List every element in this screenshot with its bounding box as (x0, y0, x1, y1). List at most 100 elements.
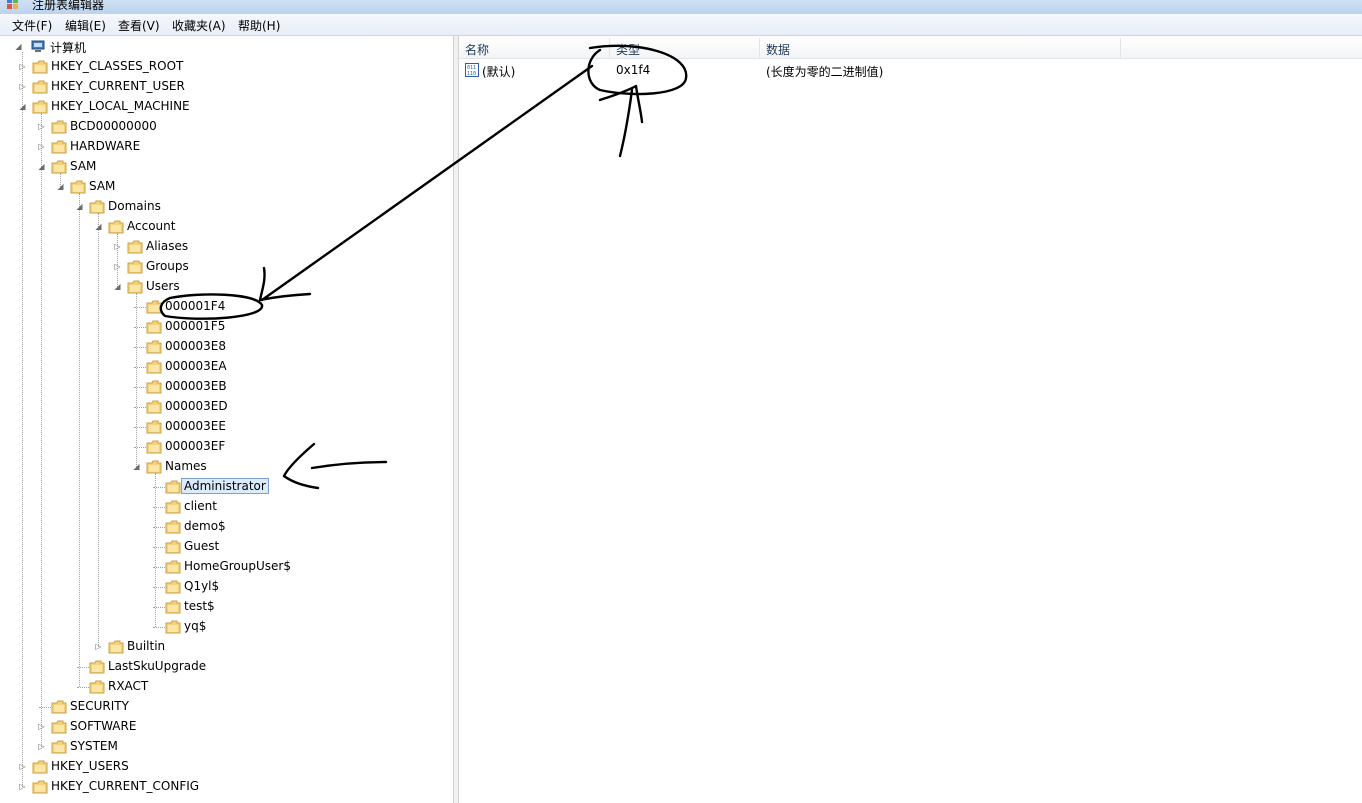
tree-node-hkey-users[interactable]: ▷ HKEY_USERS (0, 757, 440, 777)
tree-node-client[interactable]: client (0, 497, 440, 517)
tree-node-lastskuupgrade[interactable]: LastSkuUpgrade (0, 657, 440, 677)
tree-node-hkey-current-config[interactable]: ▷ HKEY_CURRENT_CONFIG (0, 777, 440, 797)
tree-label-aliases: Aliases (146, 239, 189, 253)
collapse-arrow-icon[interactable]: ◢ (113, 282, 122, 291)
folder-icon (165, 560, 181, 574)
tree-node-hkey-classes-root[interactable]: ▷ HKEY_CLASSES_ROOT (0, 57, 440, 77)
tree-connector (134, 307, 146, 308)
folder-icon (108, 640, 124, 654)
tree-node-builtin[interactable]: ▷ Builtin (0, 637, 440, 657)
expand-arrow-icon[interactable]: ▷ (18, 62, 27, 71)
tree-node-000003ed[interactable]: 000003ED (0, 397, 440, 417)
collapse-arrow-icon[interactable]: ◢ (132, 462, 141, 471)
tree-label-security: SECURITY (70, 699, 129, 713)
folder-icon (165, 580, 181, 594)
tree-node-rxact[interactable]: RXACT (0, 677, 440, 697)
column-header-data[interactable]: 数据 (760, 38, 1121, 58)
menu-view[interactable]: 查看(V) (118, 17, 160, 34)
tree-label-hkey-local-machine: HKEY_LOCAL_MACHINE (51, 99, 190, 113)
collapse-arrow-icon[interactable]: ◢ (94, 222, 103, 231)
tree-node-domains[interactable]: ◢ Domains (0, 197, 440, 217)
expand-arrow-icon[interactable]: ▷ (37, 142, 46, 151)
folder-icon (127, 240, 143, 254)
tree-node-security[interactable]: SECURITY (0, 697, 440, 717)
tree-node-000003ef[interactable]: 000003EF (0, 437, 440, 457)
expand-arrow-icon[interactable]: ▷ (94, 642, 103, 651)
collapse-arrow-icon[interactable]: ◢ (56, 182, 65, 191)
column-header-name[interactable]: 名称 (459, 38, 610, 58)
tree-label-lastskuupgrade: LastSkuUpgrade (108, 659, 207, 673)
value-data: (长度为零的二进制值) (766, 65, 884, 79)
expand-arrow-icon[interactable]: ▷ (37, 742, 46, 751)
menu-help[interactable]: 帮助(H) (238, 17, 280, 34)
tree-node-000003ea[interactable]: 000003EA (0, 357, 440, 377)
expand-arrow-icon[interactable]: ▷ (18, 782, 27, 791)
menu-file[interactable]: 文件(F) (12, 17, 52, 34)
tree-connector (39, 707, 51, 708)
column-header-type[interactable]: 类型 (610, 38, 760, 58)
tree-node-administrator[interactable]: Administrator (0, 477, 440, 497)
tree-node-account[interactable]: ◢ Account (0, 217, 440, 237)
folder-icon (32, 760, 48, 774)
tree-root-computer[interactable]: ◢ 计算机 (14, 37, 214, 57)
folder-icon (32, 60, 48, 74)
menu-edit[interactable]: 编辑(E) (65, 17, 106, 34)
collapse-arrow-icon[interactable]: ◢ (14, 42, 23, 51)
folder-icon (51, 740, 67, 754)
list-row-default[interactable]: 011 110 (默认) 0x1f4 (长度为零的二进制值) (459, 60, 1362, 80)
tree-label-000003e8: 000003E8 (165, 339, 227, 353)
tree-connector (153, 507, 165, 508)
tree-node-sam[interactable]: ◢ SAM (0, 157, 440, 177)
tree-label-hkey-current-user: HKEY_CURRENT_USER (51, 79, 185, 93)
expand-arrow-icon[interactable]: ▷ (37, 122, 46, 131)
tree-label-hkey-current-config: HKEY_CURRENT_CONFIG (51, 779, 200, 793)
expand-arrow-icon[interactable]: ▷ (113, 262, 122, 271)
tree-connector (134, 347, 146, 348)
tree-node-000003ee[interactable]: 000003EE (0, 417, 440, 437)
tree-node-software[interactable]: ▷ SOFTWARE (0, 717, 440, 737)
tree-label-homegroupuser: HomeGroupUser$ (184, 559, 291, 573)
expand-arrow-icon[interactable]: ▷ (18, 762, 27, 771)
registry-tree-pane[interactable]: ◢ 计算机 ▷ HKEY_CLASSES_ROOT ▷ HKEY_CURRENT_US… (0, 36, 454, 803)
tree-node-yq[interactable]: yq$ (0, 617, 440, 637)
tree-label-computer: 计算机 (50, 41, 87, 55)
tree-node-test[interactable]: test$ (0, 597, 440, 617)
tree-label-000003ef: 000003EF (165, 439, 226, 453)
tree-node-000003eb[interactable]: 000003EB (0, 377, 440, 397)
tree-node-hardware[interactable]: ▷ HARDWARE (0, 137, 440, 157)
collapse-arrow-icon[interactable]: ◢ (18, 102, 27, 111)
tree-node-hkey-current-user[interactable]: ▷ HKEY_CURRENT_USER (0, 77, 440, 97)
tree-node-names[interactable]: ◢ Names (0, 457, 440, 477)
tree-connector (134, 447, 146, 448)
values-list-pane[interactable]: 名称 类型 数据 011 110 (默认) 0x1f4 (长度为零的二进制值) (459, 36, 1362, 803)
expand-arrow-icon[interactable]: ▷ (37, 722, 46, 731)
tree-node-q1yl[interactable]: Q1yl$ (0, 577, 440, 597)
folder-icon (146, 300, 162, 314)
tree-connector (153, 607, 165, 608)
tree-node-sam[interactable]: ◢ SAM (0, 177, 440, 197)
tree-node-aliases[interactable]: ▷ Aliases (0, 237, 440, 257)
tree-node-000001f4[interactable]: 000001F4 (0, 297, 440, 317)
tree-label-system: SYSTEM (70, 739, 118, 753)
tree-node-groups[interactable]: ▷ Groups (0, 257, 440, 277)
collapse-arrow-icon[interactable]: ◢ (37, 162, 46, 171)
tree-node-demo[interactable]: demo$ (0, 517, 440, 537)
tree-node-000001f5[interactable]: 000001F5 (0, 317, 440, 337)
tree-node-hkey-local-machine[interactable]: ◢ HKEY_LOCAL_MACHINE (0, 97, 440, 117)
folder-icon (165, 500, 181, 514)
value-type: 0x1f4 (616, 63, 651, 77)
collapse-arrow-icon[interactable]: ◢ (75, 202, 84, 211)
tree-node-000003e8[interactable]: 000003E8 (0, 337, 440, 357)
tree-node-guest[interactable]: Guest (0, 537, 440, 557)
tree-node-system[interactable]: ▷ SYSTEM (0, 737, 440, 757)
expand-arrow-icon[interactable]: ▷ (18, 82, 27, 91)
menu-favorites[interactable]: 收藏夹(A) (172, 17, 226, 34)
tree-node-bcd00000000[interactable]: ▷ BCD00000000 (0, 117, 440, 137)
tree-label-000003eb: 000003EB (165, 379, 227, 393)
expand-arrow-icon[interactable]: ▷ (113, 242, 122, 251)
tree-node-users[interactable]: ◢ Users (0, 277, 440, 297)
tree-node-homegroupuser[interactable]: HomeGroupUser$ (0, 557, 440, 577)
folder-icon (146, 380, 162, 394)
tree-label-rxact: RXACT (108, 679, 149, 693)
folder-icon (127, 260, 143, 274)
